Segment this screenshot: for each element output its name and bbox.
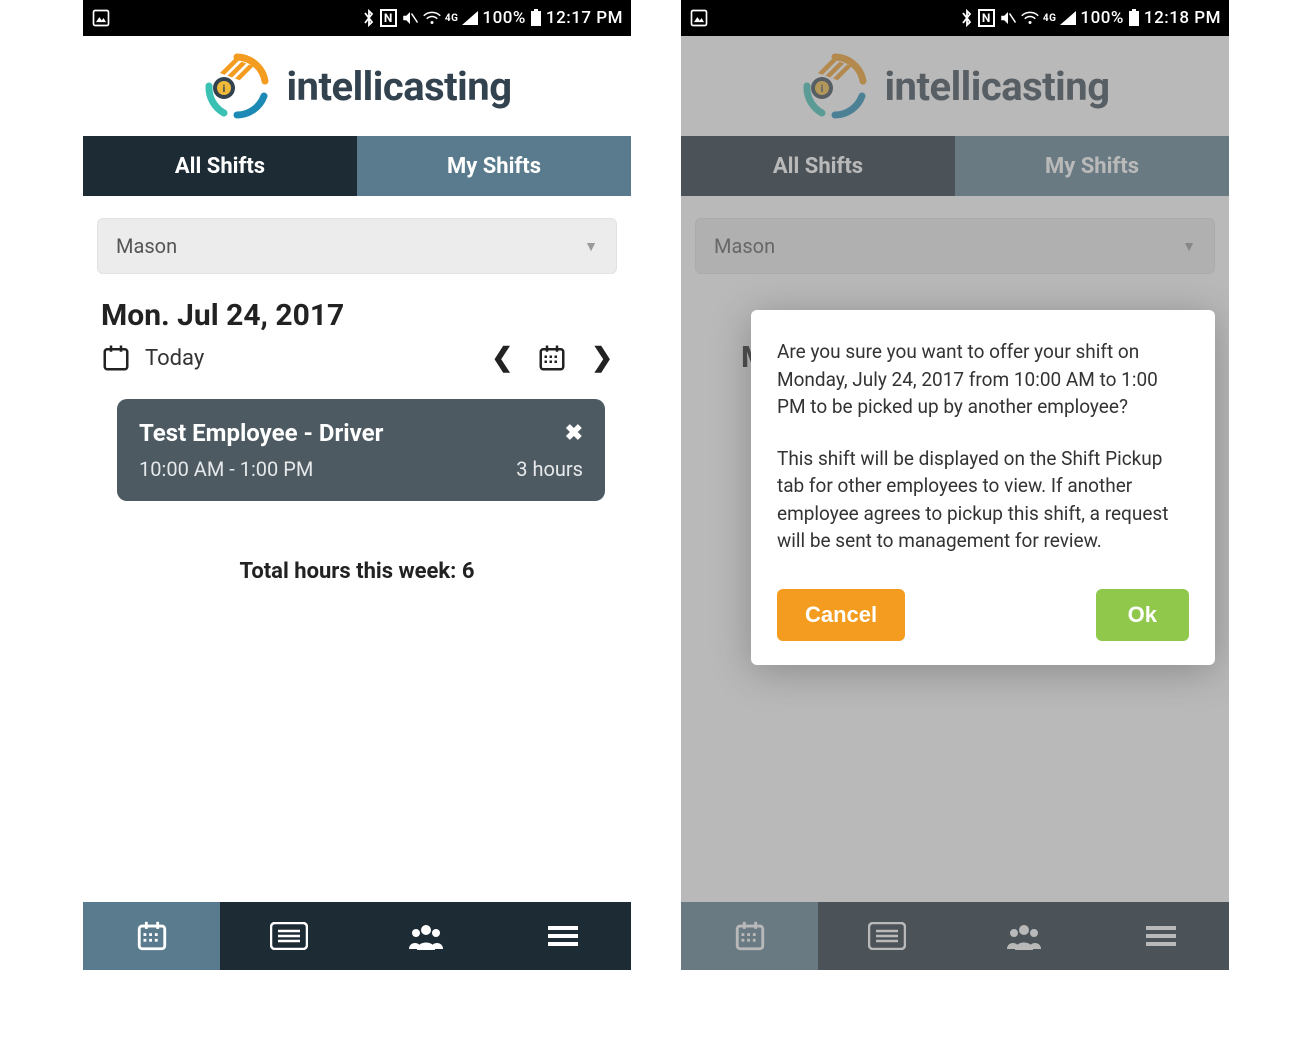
- signal-icon: [462, 11, 478, 25]
- picture-icon: [689, 8, 709, 28]
- status-bar: N 4G 100% 12:18 PM: [681, 0, 1229, 36]
- bottom-nav: [83, 902, 631, 970]
- app-logo-icon: i: [202, 51, 272, 121]
- phone-right: N 4G 100% 12:18 PM i intellicasting All …: [681, 0, 1229, 970]
- status-bar: N 4G 100% 12:17 PM: [83, 0, 631, 36]
- shift-time: 10:00 AM - 1:00 PM: [139, 457, 313, 481]
- top-tabs: All Shifts My Shifts: [83, 136, 631, 196]
- battery-percent: 100%: [482, 8, 526, 28]
- nfc-icon: N: [380, 9, 397, 27]
- nav-schedule[interactable]: [83, 902, 220, 970]
- calendar-picker-icon[interactable]: [537, 343, 567, 373]
- brand-name: intellicasting: [286, 63, 511, 110]
- today-label[interactable]: Today: [145, 346, 204, 371]
- mute-icon: [401, 9, 419, 27]
- date-heading: Mon. Jul 24, 2017: [101, 298, 617, 333]
- dialog-text-2: This shift will be displayed on the Shif…: [777, 445, 1189, 555]
- bluetooth-icon: [362, 9, 376, 27]
- svg-text:i: i: [223, 84, 226, 95]
- tab-all-shifts[interactable]: All Shifts: [83, 136, 357, 196]
- clock-time: 12:18 PM: [1144, 8, 1221, 28]
- cancel-button[interactable]: Cancel: [777, 589, 905, 641]
- shift-duration: 3 hours: [516, 457, 583, 481]
- shift-card[interactable]: Test Employee - Driver ✖ 10:00 AM - 1:00…: [117, 399, 605, 501]
- clock-time: 12:17 PM: [546, 8, 623, 28]
- tab-my-shifts[interactable]: My Shifts: [357, 136, 631, 196]
- wifi-icon: [1021, 11, 1039, 25]
- phone-left: N 4G 100% 12:17 PM: [83, 0, 631, 970]
- total-hours-label: Total hours this week: 6: [97, 559, 617, 584]
- calendar-today-icon[interactable]: [101, 343, 131, 373]
- prev-day-button[interactable]: ❮: [491, 343, 513, 373]
- confirm-dialog: Are you sure you want to offer your shif…: [751, 310, 1215, 665]
- employee-select[interactable]: Mason ▼: [97, 218, 617, 274]
- picture-icon: [91, 8, 111, 28]
- chevron-down-icon: ▼: [584, 238, 598, 255]
- nav-menu[interactable]: [494, 902, 631, 970]
- battery-icon: [1128, 9, 1140, 27]
- nav-list[interactable]: [220, 902, 357, 970]
- network-label: 4G: [445, 13, 459, 24]
- nav-team[interactable]: [357, 902, 494, 970]
- dialog-text-1: Are you sure you want to offer your shif…: [777, 338, 1189, 421]
- wifi-icon: [423, 11, 441, 25]
- app-header: i intellicasting: [83, 36, 631, 136]
- main-content: Mason ▼ Mon. Jul 24, 2017 Today ❮ ❯ Test…: [83, 196, 631, 902]
- next-day-button[interactable]: ❯: [591, 343, 613, 373]
- date-nav: Today ❮ ❯: [97, 343, 617, 373]
- ok-button[interactable]: Ok: [1096, 589, 1189, 641]
- battery-percent: 100%: [1080, 8, 1124, 28]
- shift-title: Test Employee - Driver: [139, 419, 383, 447]
- battery-icon: [530, 9, 542, 27]
- bluetooth-icon: [960, 9, 974, 27]
- mute-icon: [999, 9, 1017, 27]
- nfc-icon: N: [978, 9, 995, 27]
- signal-icon: [1060, 11, 1076, 25]
- close-icon[interactable]: ✖: [565, 421, 583, 446]
- network-label: 4G: [1043, 13, 1057, 24]
- employee-select-value: Mason: [116, 234, 177, 258]
